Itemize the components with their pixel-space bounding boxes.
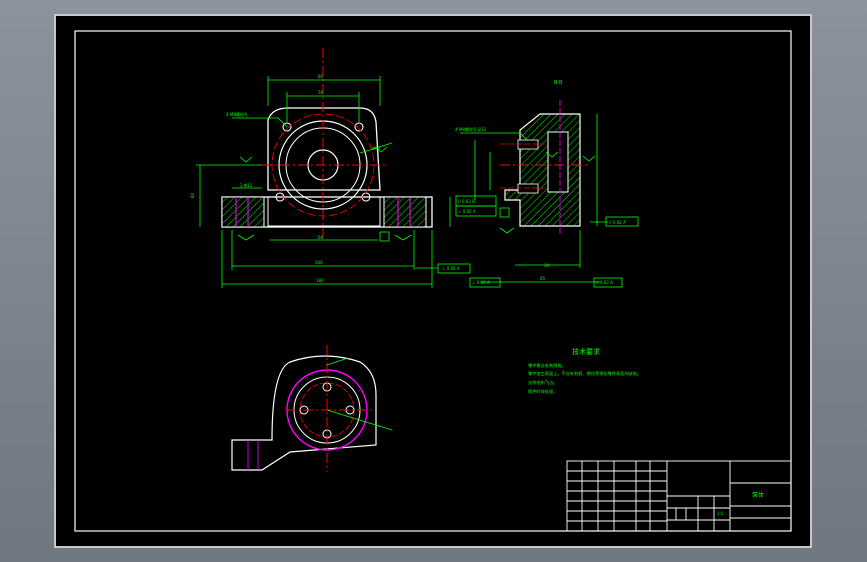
tech-item-4: 铸件时效处理。 bbox=[528, 388, 557, 395]
svg-text:30: 30 bbox=[544, 263, 550, 268]
svg-text:4-M8螺纹孔深12: 4-M8螺纹孔深12 bbox=[455, 126, 487, 132]
right-boss-section bbox=[383, 196, 427, 228]
svg-text:⊥ 0.02 A: ⊥ 0.02 A bbox=[458, 209, 476, 214]
svg-text:⊥ 0.02 A: ⊥ 0.02 A bbox=[472, 280, 490, 285]
drawing-sheet: 80 56 66 140 180 4-M8螺纹孔 Φ70 60 ⊥ 0.02 A 2… bbox=[54, 14, 812, 548]
svg-text:2-Φ11: 2-Φ11 bbox=[240, 183, 253, 188]
tech-item-1: 零件需去毛刺倒角。 bbox=[528, 362, 566, 369]
scale-value: 1:1 bbox=[717, 511, 724, 516]
svg-text:// 0.02 A: // 0.02 A bbox=[609, 220, 626, 225]
tech-heading: 技术要求 bbox=[572, 347, 600, 356]
svg-text:Φ70: Φ70 bbox=[372, 146, 381, 151]
part-name: 泵体 bbox=[752, 491, 764, 499]
cad-viewport: 80 56 66 140 180 4-M8螺纹孔 Φ70 60 ⊥ 0.02 A 2… bbox=[0, 0, 867, 562]
svg-text:// 0.02 B: // 0.02 B bbox=[458, 199, 475, 204]
section-bore bbox=[547, 131, 569, 193]
svg-text:56: 56 bbox=[318, 90, 324, 95]
svg-text:60: 60 bbox=[190, 192, 195, 198]
svg-text:⊥ 0.02 A: ⊥ 0.02 A bbox=[442, 266, 460, 271]
tech-item-2: 零件加工表面上，不应有划痕、擦伤等损伤零件表面的缺陷。 bbox=[528, 370, 641, 377]
svg-text:66: 66 bbox=[318, 235, 324, 240]
left-boss-section bbox=[221, 196, 265, 228]
svg-text:80: 80 bbox=[318, 74, 324, 79]
svg-text:180: 180 bbox=[316, 278, 324, 283]
svg-text:4-M8螺纹孔: 4-M8螺纹孔 bbox=[226, 111, 248, 117]
section-label: B-B bbox=[554, 80, 563, 86]
svg-text:// 0.02 A: // 0.02 A bbox=[596, 280, 613, 285]
svg-text:140: 140 bbox=[315, 260, 323, 265]
svg-text:65: 65 bbox=[540, 276, 546, 281]
paper-background bbox=[54, 14, 812, 548]
tech-item-3: 去除毛刺飞边。 bbox=[528, 379, 557, 386]
